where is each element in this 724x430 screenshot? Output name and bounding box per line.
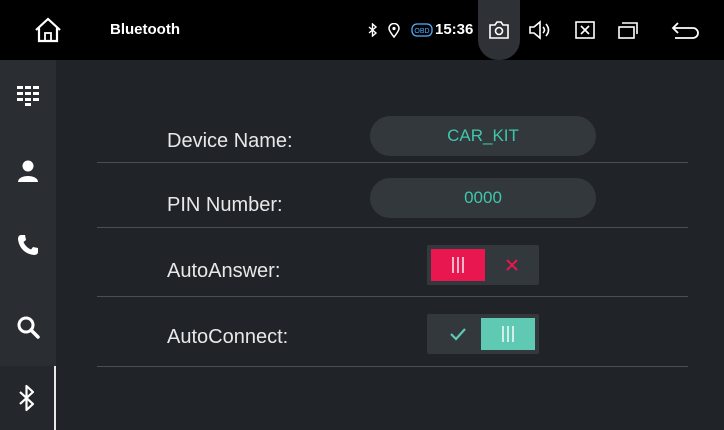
toggle-knob	[481, 318, 535, 350]
toggle-knob	[431, 249, 485, 281]
pin-number-field[interactable]: 0000	[370, 178, 596, 218]
sidebar	[0, 60, 56, 430]
close-window-icon	[575, 21, 595, 39]
pin-number-label: PIN Number:	[167, 194, 283, 216]
back-icon	[671, 22, 699, 39]
sidebar-item-call-log[interactable]	[0, 210, 56, 280]
grip-icon	[502, 326, 514, 342]
sidebar-item-dialpad[interactable]	[0, 60, 56, 130]
auto-connect-toggle[interactable]	[427, 314, 539, 354]
volume-button[interactable]	[518, 0, 562, 60]
device-name-label: Device Name:	[167, 130, 293, 152]
clock: 15:36	[435, 21, 474, 38]
off-indicator	[485, 249, 539, 281]
checkmark-icon	[450, 328, 466, 341]
recent-apps-icon	[618, 22, 638, 39]
auto-connect-label: AutoConnect:	[167, 326, 289, 348]
device-name-field[interactable]: CAR_KIT	[370, 116, 596, 156]
divider	[97, 366, 688, 367]
sidebar-item-bluetooth[interactable]	[0, 366, 56, 430]
obd-icon: OBD	[411, 18, 433, 42]
close-icon	[506, 259, 518, 271]
status-bar: Bluetooth OBD 15:36	[0, 0, 724, 60]
page-title: Bluetooth	[110, 21, 180, 38]
auto-answer-label: AutoAnswer:	[167, 260, 281, 282]
svg-text:OBD: OBD	[414, 28, 429, 35]
auto-answer-toggle[interactable]	[427, 245, 539, 285]
volume-icon	[529, 20, 550, 40]
phone-icon	[18, 235, 38, 255]
sidebar-item-contacts[interactable]	[0, 136, 56, 206]
on-indicator	[431, 318, 485, 350]
close-window-button[interactable]	[563, 0, 607, 60]
person-icon	[18, 160, 38, 182]
divider	[97, 227, 688, 228]
search-icon	[17, 316, 40, 339]
dialpad-icon	[17, 86, 39, 106]
grip-icon	[452, 257, 464, 273]
recent-apps-button[interactable]	[606, 0, 650, 60]
bluetooth-status-icon	[366, 18, 380, 42]
bluetooth-icon	[19, 384, 35, 412]
location-icon	[386, 18, 402, 42]
sidebar-item-search[interactable]	[0, 292, 56, 362]
home-icon	[34, 17, 61, 43]
home-button[interactable]	[0, 0, 95, 60]
divider	[97, 296, 688, 297]
screenshot-icon	[489, 21, 509, 39]
back-button[interactable]	[664, 0, 708, 60]
divider	[97, 162, 688, 163]
screenshot-button[interactable]	[478, 0, 520, 60]
